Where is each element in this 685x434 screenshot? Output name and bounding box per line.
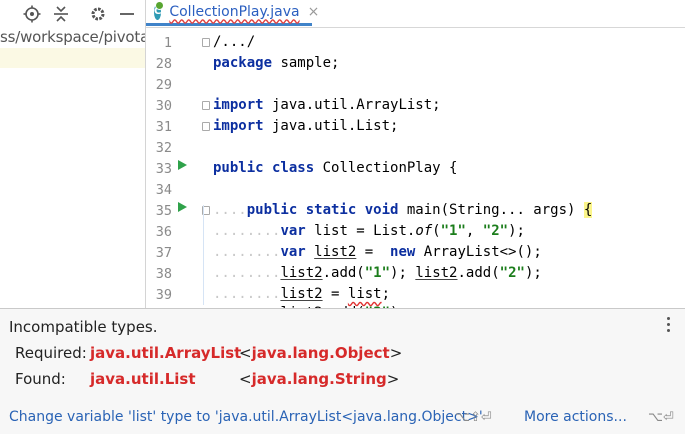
code-editor[interactable]: /.../ package sample; import java.util.A… bbox=[200, 28, 685, 308]
indent-guide bbox=[203, 205, 204, 305]
tab-title: CollectionPlay.java bbox=[169, 3, 300, 20]
line-number: 31 bbox=[155, 119, 172, 135]
project-path[interactable]: ss/workspace/pivota bbox=[0, 27, 145, 47]
fold-icon[interactable] bbox=[202, 122, 210, 131]
more-options-icon[interactable] bbox=[665, 317, 671, 335]
code-line: ....public static void main(String... ar… bbox=[213, 202, 593, 218]
line-number: 29 bbox=[155, 77, 172, 93]
line-number: 39 bbox=[155, 287, 172, 303]
editor-gutter: 1 28 29 30 31 32 33 34 35 36 37 38 39 bbox=[146, 28, 200, 308]
error-popup: Incompatible types. Required: java.util.… bbox=[0, 308, 685, 434]
code-line: import java.util.List; bbox=[213, 118, 399, 134]
required-type: java.util.ArrayList bbox=[90, 344, 242, 362]
found-type: java.util.List bbox=[90, 370, 196, 388]
required-generic: <java.lang.Object> bbox=[239, 344, 403, 362]
code-line: ........list2 = list; bbox=[213, 286, 391, 302]
quick-fix-link[interactable]: Change variable 'list' type to 'java.uti… bbox=[9, 409, 483, 425]
code-line: public class CollectionPlay { bbox=[213, 160, 458, 176]
line-number: 28 bbox=[155, 56, 172, 72]
collapse-all-icon[interactable] bbox=[51, 4, 71, 24]
required-label: Required: bbox=[15, 344, 87, 362]
code-line: /.../ bbox=[213, 34, 256, 50]
code-line: ........var list2 = new ArrayList<>(); bbox=[213, 244, 542, 260]
line-number: 1 bbox=[163, 35, 172, 51]
line-number: 33 bbox=[155, 161, 172, 177]
minimize-icon[interactable] bbox=[117, 4, 137, 24]
locate-icon[interactable] bbox=[22, 4, 42, 24]
popup-title: Incompatible types. bbox=[9, 318, 158, 336]
line-number: 34 bbox=[155, 182, 172, 198]
fold-icon[interactable] bbox=[202, 101, 210, 110]
gear-icon[interactable] bbox=[88, 4, 108, 24]
fold-icon[interactable] bbox=[202, 38, 210, 47]
project-panel: ss/workspace/pivota bbox=[0, 0, 146, 308]
code-line: import java.util.ArrayList; bbox=[213, 97, 441, 113]
close-icon[interactable]: × bbox=[308, 4, 320, 20]
code-line: package sample; bbox=[213, 55, 340, 71]
editor-tabbar: C CollectionPlay.java × bbox=[146, 0, 685, 28]
run-main-icon[interactable] bbox=[178, 202, 187, 212]
selected-row bbox=[0, 48, 145, 68]
java-class-icon: C bbox=[154, 0, 165, 20]
code-line: ........list2.add("1"); list2.add("2"); bbox=[213, 265, 542, 281]
run-class-icon[interactable] bbox=[178, 160, 187, 170]
line-number: 36 bbox=[155, 224, 172, 240]
code-line: ........var list = List.of("1", "2"); bbox=[213, 223, 525, 239]
quick-fix-shortcut: ⌥⇧⏎ bbox=[455, 410, 492, 425]
tab-collectionplay[interactable]: C CollectionPlay.java × bbox=[146, 0, 319, 26]
line-number: 35 bbox=[155, 203, 172, 219]
line-number: 32 bbox=[155, 140, 172, 156]
line-number: 30 bbox=[155, 98, 172, 114]
found-label: Found: bbox=[15, 370, 66, 388]
more-actions-link[interactable]: More actions... bbox=[524, 409, 627, 425]
more-actions-shortcut: ⌥⏎ bbox=[648, 410, 674, 425]
line-number: 38 bbox=[155, 266, 172, 282]
found-generic: <java.lang.String> bbox=[239, 370, 400, 388]
project-toolbar bbox=[0, 0, 145, 27]
line-number: 37 bbox=[155, 245, 172, 261]
